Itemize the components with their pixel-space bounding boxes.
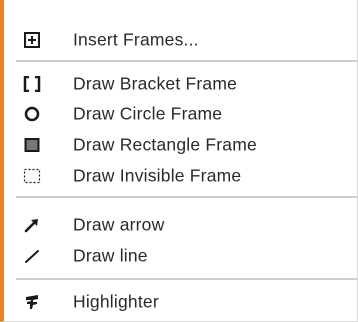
menu-item-label: Highlighter <box>73 291 159 312</box>
menu-item-label: Insert Frames... <box>73 29 199 50</box>
highlighter-icon <box>20 290 44 314</box>
menu-item-draw-rectangle-frame[interactable]: Draw Rectangle Frame <box>4 129 357 161</box>
line-icon <box>20 244 44 268</box>
menu-item-highlighter[interactable]: Highlighter <box>4 286 357 318</box>
menu-item-label: Draw line <box>73 245 148 266</box>
menu-item-draw-bracket-frame[interactable]: Draw Bracket Frame <box>4 68 357 100</box>
circle-frame-icon <box>20 102 44 126</box>
menu-item-draw-line[interactable]: Draw line <box>4 240 357 272</box>
menu-item-draw-circle-frame[interactable]: Draw Circle Frame <box>4 98 357 130</box>
insert-frames-icon <box>20 28 44 52</box>
arrow-icon <box>20 213 44 237</box>
bracket-frame-icon <box>20 72 44 96</box>
menu-item-label: Draw Circle Frame <box>73 103 223 124</box>
menu-item-insert-frames[interactable]: Insert Frames... <box>4 24 357 56</box>
menu-item-label: Draw arrow <box>73 214 165 235</box>
invisible-frame-icon <box>20 164 44 188</box>
menu-item-label: Draw Invisible Frame <box>73 165 242 186</box>
rectangle-frame-icon <box>20 133 44 157</box>
menu-item-label: Draw Bracket Frame <box>73 73 238 94</box>
menu-separator <box>16 60 357 62</box>
menu-item-draw-arrow[interactable]: Draw arrow <box>4 209 357 241</box>
context-menu: Insert Frames... Draw Bracket Frame Draw… <box>0 0 358 322</box>
menu-separator <box>16 196 357 198</box>
menu-separator <box>16 278 357 280</box>
menu-item-draw-invisible-frame[interactable]: Draw Invisible Frame <box>4 160 357 192</box>
menu-item-label: Draw Rectangle Frame <box>73 134 257 155</box>
